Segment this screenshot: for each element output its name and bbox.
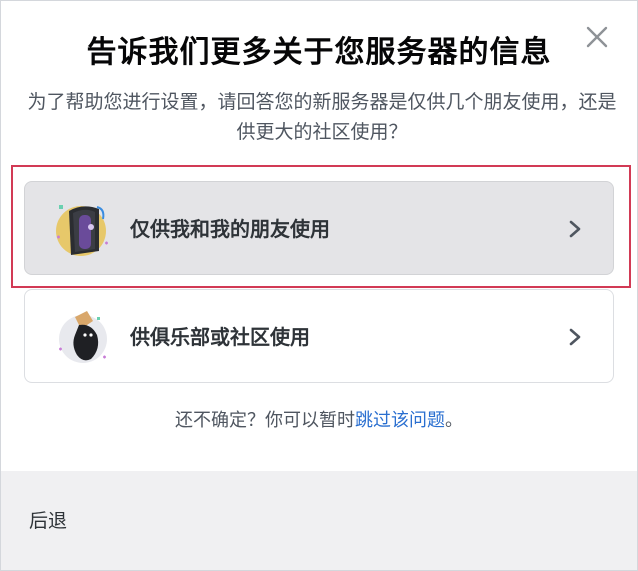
community-illustration <box>53 305 115 367</box>
modal-subtitle: 为了帮助您进行设置，请回答您的新服务器是仅供几个朋友使用，还是供更大的社区使用？ <box>27 91 617 143</box>
skip-suffix: 。 <box>445 410 463 431</box>
option-community-button[interactable]: 供俱乐部或社区使用 <box>24 289 614 383</box>
chevron-right-icon <box>565 326 585 348</box>
chevron-right-icon <box>565 218 585 240</box>
option-friends-label: 仅供我和我的朋友使用 <box>130 217 330 241</box>
modal-title: 告诉我们更多关于您服务器的信息 <box>86 35 552 70</box>
skip-question-text: 还不确定？你可以暂时跳过该问题。 <box>1 406 637 436</box>
option-community-label: 供俱乐部或社区使用 <box>130 325 310 349</box>
skip-prefix: 还不确定？你可以暂时 <box>175 410 355 431</box>
friends-door-illustration <box>53 197 115 259</box>
skip-question-link[interactable]: 跳过该问题 <box>355 410 445 431</box>
modal-footer: 后退 <box>1 471 637 570</box>
server-info-modal: 告诉我们更多关于您服务器的信息 为了帮助您进行设置，请回答您的新服务器是仅供几个… <box>0 0 638 571</box>
option-friends-button[interactable]: 仅供我和我的朋友使用 <box>24 181 614 275</box>
back-button[interactable]: 后退 <box>29 507 67 535</box>
